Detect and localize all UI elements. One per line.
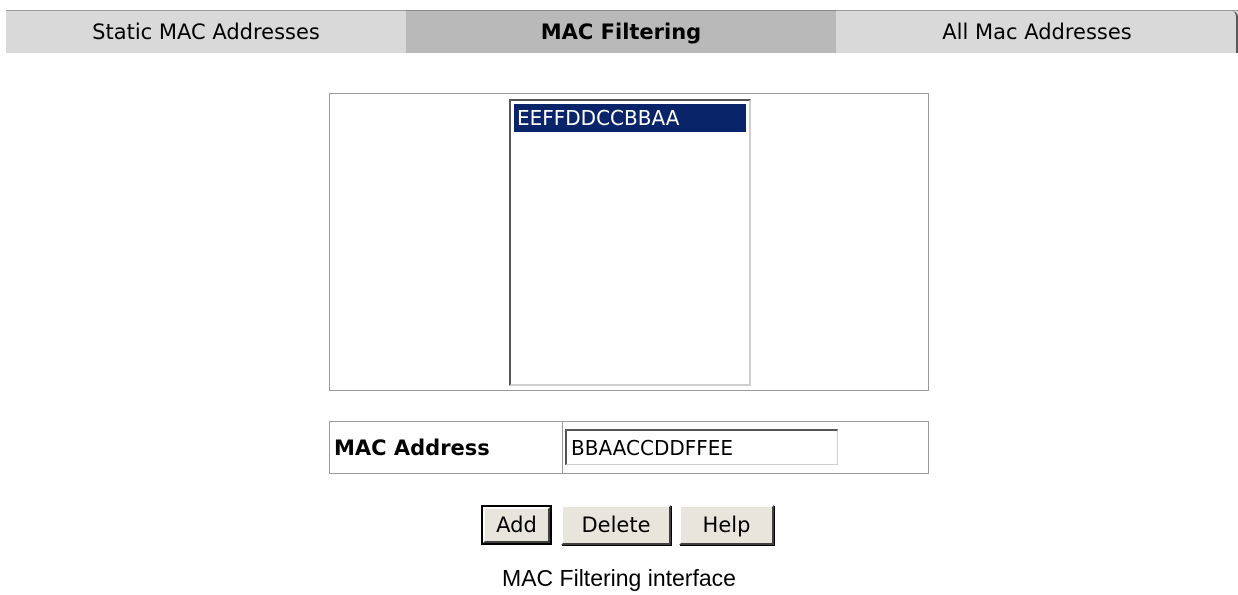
add-button-label: Add [496, 513, 537, 537]
tab-label: All Mac Addresses [942, 20, 1132, 44]
tab-label: MAC Filtering [540, 20, 702, 44]
tab-edge [1232, 11, 1238, 53]
list-item-selected[interactable]: EEFFDDCCBBAA [514, 104, 746, 132]
tab-label: Static MAC Addresses [92, 20, 320, 44]
mac-filter-listbox[interactable]: EEFFDDCCBBAA [509, 99, 751, 386]
delete-button[interactable]: Delete [561, 505, 671, 545]
mac-address-input[interactable] [565, 429, 838, 465]
tab-mac-filtering[interactable]: MAC Filtering [406, 10, 836, 53]
mac-address-label: MAC Address [330, 422, 563, 473]
tab-static-mac-addresses[interactable]: Static MAC Addresses [6, 10, 406, 53]
add-button[interactable]: Add [481, 505, 552, 545]
tab-all-mac-addresses[interactable]: All Mac Addresses [836, 10, 1238, 53]
figure-caption: MAC Filtering interface [502, 565, 736, 591]
tab-bar: Static MAC Addresses MAC Filtering All M… [6, 10, 1238, 56]
delete-button-label: Delete [581, 513, 651, 537]
help-button-label: Help [702, 513, 751, 537]
help-button[interactable]: Help [679, 505, 774, 545]
